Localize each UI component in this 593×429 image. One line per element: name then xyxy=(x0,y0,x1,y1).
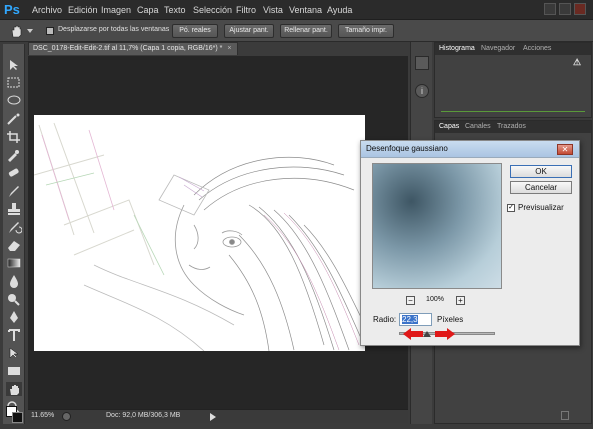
history-brush-tool-icon[interactable] xyxy=(6,220,22,234)
tab-paths[interactable]: Trazados xyxy=(497,122,526,132)
type-tool-icon[interactable] xyxy=(6,328,22,342)
status-bar: 11.65% Doc: 92,0 MB/306,3 MB xyxy=(28,409,408,423)
delete-layer-icon[interactable] xyxy=(561,411,569,420)
pen-tool-icon[interactable] xyxy=(6,310,22,324)
magic-wand-tool-icon[interactable] xyxy=(6,112,22,126)
maximize-button[interactable] xyxy=(559,3,571,15)
menu-edicion[interactable]: Edición xyxy=(68,4,98,18)
status-info-icon[interactable] xyxy=(62,412,71,421)
background-color-swatch[interactable] xyxy=(12,412,23,423)
dialog-titlebar[interactable]: Desenfoque gaussiano ✕ xyxy=(361,141,579,158)
print-size-button[interactable]: Tamaño impr. xyxy=(338,24,394,38)
dialog-title: Desenfoque gaussiano xyxy=(366,144,448,153)
menu-bar: Ps Archivo Edición Imagen Capa Texto Sel… xyxy=(0,0,593,20)
menu-capa[interactable]: Capa xyxy=(137,4,159,18)
histogram-panel-tabs: Histograma Navegador Acciones xyxy=(435,43,591,55)
menu-imagen[interactable]: Imagen xyxy=(101,4,131,18)
document-tab-title: DSC_0178-Edit-Edit-2.tif al 11,7% (Capa … xyxy=(33,45,223,52)
fit-screen-button[interactable]: Ajustar pant. xyxy=(224,24,274,38)
gradient-tool-icon[interactable] xyxy=(6,256,22,270)
menu-vista[interactable]: Vista xyxy=(263,4,283,18)
radius-unit: Píxeles xyxy=(437,315,464,324)
radius-input[interactable]: 22,3 xyxy=(399,313,432,326)
scroll-all-windows-label: Desplazarse por todas las ventanas xyxy=(58,26,170,33)
zoom-out-button[interactable]: − xyxy=(406,296,415,305)
zoom-level[interactable]: 11.65% xyxy=(31,412,54,419)
scroll-all-windows-checkbox[interactable] xyxy=(46,27,54,35)
image-sketch-content xyxy=(34,122,365,351)
tab-histogram[interactable]: Histograma xyxy=(439,44,475,54)
fill-screen-button[interactable]: Rellenar pant. xyxy=(280,24,332,38)
healing-brush-tool-icon[interactable] xyxy=(6,166,22,180)
preview-label: Previsualizar xyxy=(518,203,564,212)
tab-navigator[interactable]: Navegador xyxy=(481,44,515,54)
blur-preview[interactable] xyxy=(372,163,502,289)
path-selection-tool-icon[interactable] xyxy=(6,346,22,360)
blur-tool-icon[interactable] xyxy=(6,274,22,288)
gaussian-blur-dialog: Desenfoque gaussiano ✕ OK Cancelar ✓ Pre… xyxy=(360,140,580,346)
status-menu-arrow-icon[interactable] xyxy=(210,413,216,421)
dialog-close-button[interactable]: ✕ xyxy=(557,144,573,155)
histogram-graph xyxy=(441,111,585,112)
tab-channels[interactable]: Canales xyxy=(465,122,491,132)
brush-tool-icon[interactable] xyxy=(6,184,22,198)
preview-checkbox[interactable]: ✓ xyxy=(507,204,515,212)
menu-ventana[interactable]: Ventana xyxy=(289,4,322,18)
actual-pixels-button[interactable]: Pó. reales xyxy=(172,24,218,38)
close-tab-icon[interactable]: × xyxy=(227,45,231,52)
eyedropper-tool-icon[interactable] xyxy=(6,148,22,162)
tool-preset-chevron-icon[interactable] xyxy=(26,28,34,34)
cancel-button[interactable]: Cancelar xyxy=(510,181,572,194)
hand-tool-icon[interactable] xyxy=(8,23,24,39)
zoom-in-button[interactable]: + xyxy=(456,296,465,305)
minimize-button[interactable] xyxy=(544,3,556,15)
tab-actions[interactable]: Acciones xyxy=(523,44,551,54)
clone-stamp-tool-icon[interactable] xyxy=(6,202,22,216)
info-panel-icon[interactable]: i xyxy=(415,84,429,98)
document-size: Doc: 92,0 MB/306,3 MB xyxy=(106,412,181,419)
lasso-tool-icon[interactable] xyxy=(6,94,22,108)
menu-archivo[interactable]: Archivo xyxy=(32,4,62,18)
layers-panel-tabs: Capas Canales Trazados xyxy=(435,121,591,133)
marquee-tool-icon[interactable] xyxy=(6,76,22,90)
menu-filtro[interactable]: Filtro xyxy=(236,4,256,18)
menu-seleccion[interactable]: Selección xyxy=(193,4,232,18)
menu-ayuda[interactable]: Ayuda xyxy=(327,4,352,18)
radius-label: Radio: xyxy=(373,315,397,324)
tab-layers[interactable]: Capas xyxy=(439,122,459,132)
canvas-area[interactable] xyxy=(28,56,408,409)
close-window-button[interactable] xyxy=(574,3,586,15)
histogram-panel: Histograma Navegador Acciones ⚠ xyxy=(434,42,592,118)
preview-zoom-value: 100% xyxy=(426,296,444,303)
document-image[interactable] xyxy=(34,115,365,351)
photoshop-logo-icon: Ps xyxy=(4,2,20,17)
red-arrow-right-icon xyxy=(435,328,455,340)
move-tool-icon[interactable] xyxy=(6,58,22,72)
eraser-tool-icon[interactable] xyxy=(6,238,22,252)
crop-tool-icon[interactable] xyxy=(6,130,22,144)
menu-texto[interactable]: Texto xyxy=(164,4,186,18)
ok-button[interactable]: OK xyxy=(510,165,572,178)
red-arrow-left-icon xyxy=(403,328,423,340)
rectangle-tool-icon[interactable] xyxy=(6,364,22,378)
radius-value: 22,3 xyxy=(402,315,418,324)
options-bar: Desplazarse por todas las ventanas Pó. r… xyxy=(0,20,593,42)
warning-icon[interactable]: ⚠ xyxy=(573,57,581,68)
tools-panel xyxy=(3,44,25,424)
radius-slider-thumb[interactable] xyxy=(423,331,431,337)
dodge-tool-icon[interactable] xyxy=(6,292,22,306)
history-panel-icon[interactable] xyxy=(415,56,429,70)
hand-tool-icon[interactable] xyxy=(6,382,22,396)
document-tab[interactable]: DSC_0178-Edit-Edit-2.tif al 11,7% (Capa … xyxy=(28,42,238,55)
